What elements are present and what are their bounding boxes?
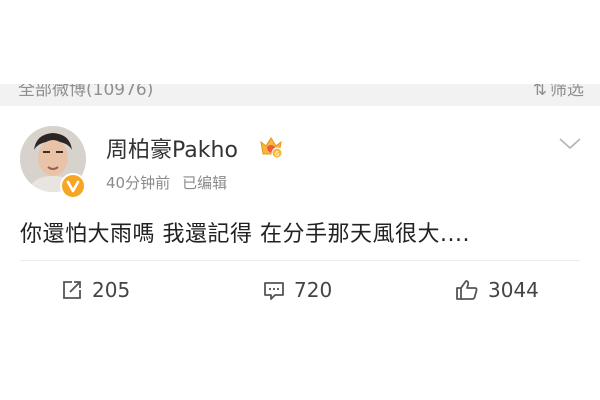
filter-icon: ⇅ — [532, 84, 547, 100]
bottom-blank-area — [0, 330, 600, 400]
verified-badge-icon — [60, 173, 86, 199]
comment-button[interactable]: 720 — [262, 278, 332, 302]
author-name[interactable]: 周柏豪Pakho — [106, 132, 238, 164]
like-button[interactable]: 3044 — [454, 278, 539, 302]
post-time: 40分钟前 — [106, 174, 171, 192]
repost-icon — [63, 281, 81, 299]
filter-button[interactable]: ⇅ 筛选 — [533, 84, 584, 100]
comment-icon — [264, 282, 284, 300]
top-blank-area — [0, 0, 600, 84]
weibo-post-card: 周柏豪Pakho 6 40分钟前 已编辑 你還怕大雨嗎 我還記得 在分手那天風很大… — [0, 106, 600, 330]
repost-count: 205 — [92, 278, 131, 302]
like-count: 3044 — [488, 278, 539, 302]
repost-button[interactable]: 205 — [60, 278, 130, 302]
filter-label: 筛选 — [550, 84, 584, 100]
divider — [20, 260, 580, 261]
profile-tab-bar: 全部微博(10976) ⇅ 筛选 — [0, 84, 600, 106]
crown-member-icon[interactable]: 6 — [258, 133, 284, 159]
comment-count: 720 — [294, 278, 333, 302]
chevron-down-icon[interactable] — [558, 136, 582, 152]
svg-text:6: 6 — [275, 150, 280, 158]
edited-label[interactable]: 已编辑 — [182, 174, 227, 192]
post-text: 你還怕大雨嗎 我還記得 在分手那天風很大.... — [20, 222, 470, 247]
thumbs-up-icon — [456, 280, 478, 300]
post-meta: 40分钟前 已编辑 — [106, 172, 227, 193]
all-weibo-tab[interactable]: 全部微博(10976) — [18, 84, 153, 100]
